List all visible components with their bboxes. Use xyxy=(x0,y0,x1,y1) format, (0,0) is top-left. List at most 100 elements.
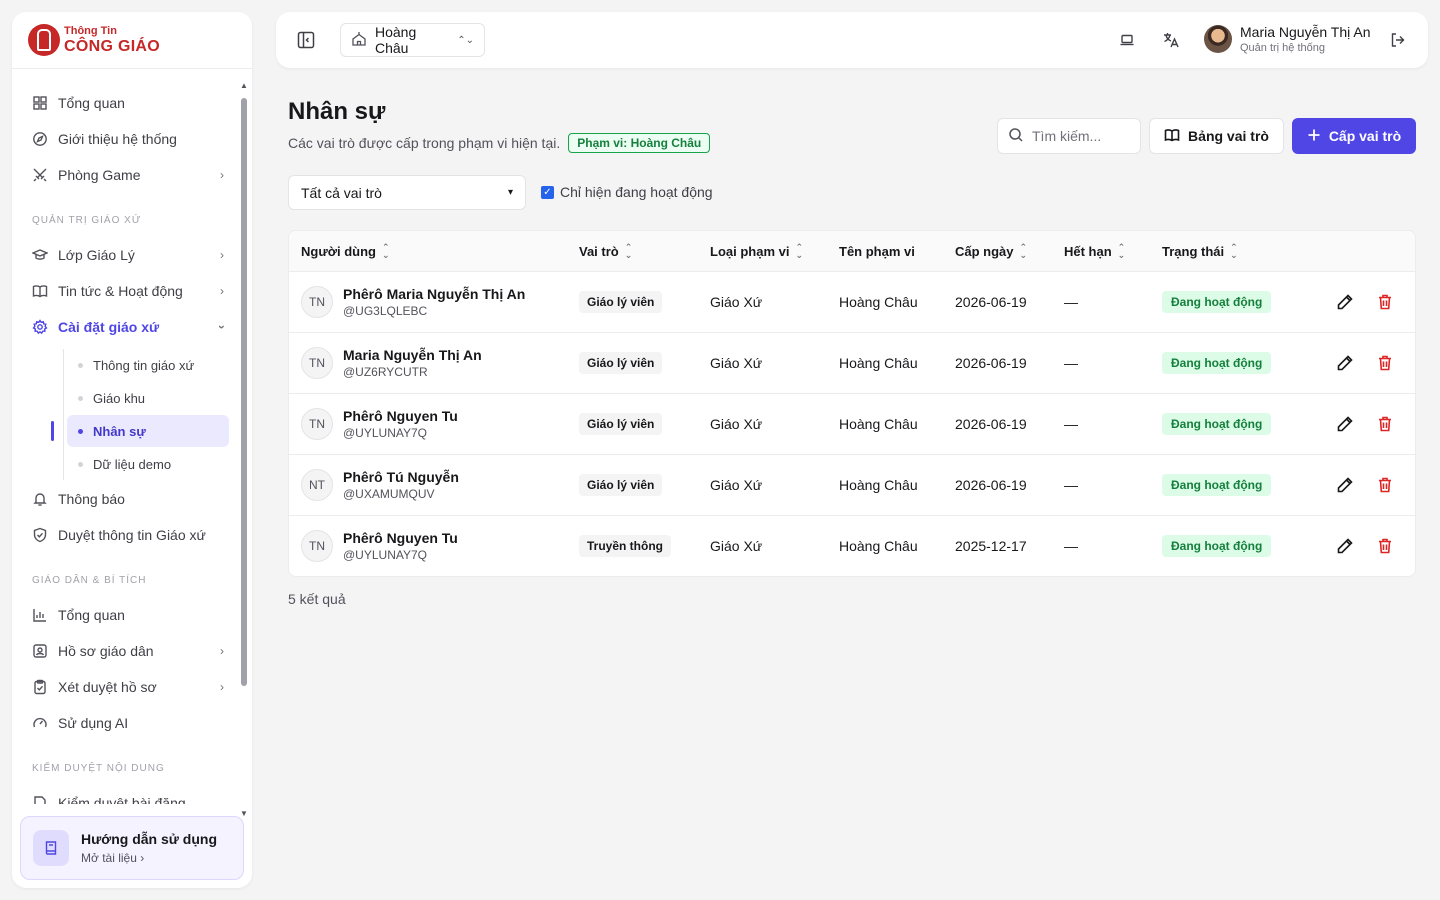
scope-type-cell: Giáo Xứ xyxy=(710,355,763,371)
role-cell: Giáo lý viên xyxy=(579,455,663,515)
user-initials-avatar: TN xyxy=(301,347,333,379)
edit-pencil-icon[interactable] xyxy=(1336,476,1354,494)
user-guide-card[interactable]: Hướng dẫn sử dụng Mở tài liệu › xyxy=(20,816,244,880)
nav-item-catechism[interactable]: Lớp Giáo Lý › xyxy=(24,237,232,273)
id-card-icon xyxy=(32,643,48,659)
edit-pencil-icon[interactable] xyxy=(1336,415,1354,433)
page-subtitle-row: Các vai trò được cấp trong phạm vi hiện … xyxy=(288,133,711,153)
section-label-parish-admin: QUẢN TRỊ GIÁO XỨ xyxy=(32,215,142,226)
table-row[interactable]: TN Phêrô Nguyen Tu @UYLUNAY7Q Giáo lý vi… xyxy=(289,394,1415,455)
delete-trash-icon[interactable] xyxy=(1376,293,1394,311)
status-cell: Đang hoạt động xyxy=(1162,272,1272,332)
table-row[interactable]: NT Phêrô Tú Nguyễn @UXAMUMQUV Giáo lý vi… xyxy=(289,455,1415,516)
column-header-scope-type[interactable]: Loại phạm vi ⌃ ⌄ xyxy=(710,243,803,259)
nav-item-parish-settings[interactable]: Cài đặt giáo xứ › xyxy=(24,309,232,345)
staff-table: Người dùng ⌃ ⌄ Vai trò ⌃ ⌄ Loại phạm vi ⌃ ⌄ Tê… xyxy=(288,230,1416,577)
nav-item-ai-usage[interactable]: Sử dụng AI xyxy=(24,705,232,741)
swords-icon xyxy=(32,167,48,183)
column-header-expires[interactable]: Hết hạn ⌃ ⌄ xyxy=(1064,243,1125,259)
delete-trash-icon[interactable] xyxy=(1376,354,1394,372)
delete-trash-icon[interactable] xyxy=(1376,415,1394,433)
nav-item-news[interactable]: Tin tức & Hoạt động › xyxy=(24,273,232,309)
table-row[interactable]: TN Phêrô Nguyen Tu @UYLUNAY7Q Truyền thô… xyxy=(289,516,1415,576)
column-header-label: Người dùng xyxy=(301,244,376,259)
nav-item-profiles[interactable]: Hồ sơ giáo dân › xyxy=(24,633,232,669)
sub-item-zones[interactable]: Giáo khu xyxy=(67,382,229,414)
expires-cell: — xyxy=(1064,538,1078,554)
sub-item-staff[interactable]: Nhân sự xyxy=(51,415,229,447)
nav-item-parish-review[interactable]: Duyệt thông tin Giáo xứ xyxy=(24,517,232,553)
sub-item-label: Thông tin giáo xứ xyxy=(93,357,195,373)
role-cell: Giáo lý viên xyxy=(579,272,663,332)
sidebar: Thông Tin CÔNG GIÁO Tổng quan Giới thiệu… xyxy=(12,12,252,888)
page-title: Nhân sự xyxy=(288,98,386,125)
sidebar-toggle-icon[interactable] xyxy=(296,30,320,50)
column-header-user[interactable]: Người dùng ⌃ ⌄ xyxy=(301,243,390,259)
user-role: Quản trị hệ thống xyxy=(1240,42,1326,54)
expires-cell: — xyxy=(1064,355,1078,371)
delete-trash-icon[interactable] xyxy=(1376,476,1394,494)
translate-icon[interactable] xyxy=(1161,30,1181,50)
sub-item-label: Giáo khu xyxy=(93,390,146,406)
active-only-checkbox[interactable]: ✓ Chỉ hiện đang hoạt động xyxy=(541,184,713,200)
search-input[interactable] xyxy=(1032,128,1132,144)
nav-item-notifications[interactable]: Thông báo xyxy=(24,481,232,517)
column-header-granted[interactable]: Cấp ngày ⌃ ⌄ xyxy=(955,243,1027,259)
user-menu[interactable]: Maria Nguyễn Thị An Quản trị hệ thống xyxy=(1204,24,1370,54)
grant-role-button[interactable]: Cấp vai trò xyxy=(1292,118,1416,154)
bullet-icon xyxy=(78,461,83,467)
column-header-role[interactable]: Vai trò ⌃ ⌄ xyxy=(579,242,633,260)
role-filter-select[interactable]: Tất cả vai trò ▾ xyxy=(288,175,526,210)
user-handle: @UG3LQLEBC xyxy=(343,304,428,318)
status-badge: Đang hoạt động xyxy=(1162,535,1272,557)
gauge-icon xyxy=(32,715,48,731)
scope-type-cell: Giáo Xứ xyxy=(710,538,763,554)
scope-name-cell: Hoàng Châu xyxy=(839,538,918,554)
roles-table-button[interactable]: Bảng vai trò xyxy=(1149,118,1284,154)
delete-trash-icon[interactable] xyxy=(1376,537,1394,555)
role-badge: Giáo lý viên xyxy=(579,291,663,313)
checkbox-checked-icon[interactable]: ✓ xyxy=(541,185,554,199)
scope-name-cell: Hoàng Châu xyxy=(839,294,918,310)
nav-item-post-moderation[interactable]: Kiểm duyệt bài đăng xyxy=(24,785,232,804)
edit-pencil-icon[interactable] xyxy=(1336,293,1354,311)
user-cell: TN Phêrô Nguyen Tu @UYLUNAY7Q xyxy=(301,394,458,454)
column-header-label: Cấp ngày xyxy=(955,244,1014,259)
granted-date-cell: 2026-06-19 xyxy=(955,477,1027,493)
laptop-icon[interactable] xyxy=(1117,30,1137,50)
column-header-scope-name: Tên phạm vi xyxy=(839,244,915,259)
logout-icon[interactable] xyxy=(1388,30,1408,50)
scope-selector[interactable]: Hoàng Châu ⌃⌄ xyxy=(340,23,485,57)
nav-item-parishioner-overview[interactable]: Tổng quan xyxy=(24,597,232,633)
sort-icon: ⌃ ⌄ xyxy=(624,242,633,260)
brand-logo[interactable]: Thông Tin CÔNG GIÁO xyxy=(12,12,252,69)
edit-pencil-icon[interactable] xyxy=(1336,537,1354,555)
column-header-status[interactable]: Trạng thái ⌃ ⌄ xyxy=(1162,243,1238,259)
grant-role-button-label: Cấp vai trò xyxy=(1328,128,1402,144)
table-row[interactable]: TN Maria Nguyễn Thị An @UZ6RYCUTR Giáo l… xyxy=(289,333,1415,394)
sub-item-parish-info[interactable]: Thông tin giáo xứ xyxy=(67,349,229,381)
nav-item-game-room[interactable]: Phòng Game › xyxy=(24,157,232,193)
guide-link-label: Mở tài liệu xyxy=(81,851,137,865)
nav-item-overview[interactable]: Tổng quan xyxy=(24,85,232,121)
chevron-right-icon: › xyxy=(220,644,224,658)
nav-item-profile-review[interactable]: Xét duyệt hồ sơ › xyxy=(24,669,232,705)
scope-name-cell: Hoàng Châu xyxy=(839,416,918,432)
table-row[interactable]: TN Phêrô Maria Nguyễn Thị An @UG3LQLEBC … xyxy=(289,272,1415,333)
guide-link[interactable]: Mở tài liệu › xyxy=(81,851,217,865)
sidebar-nav: Tổng quan Giới thiệu hệ thống Phòng Game… xyxy=(12,69,252,804)
scroll-up-arrow-icon[interactable]: ▲ xyxy=(239,82,249,90)
granted-date-cell: 2026-06-19 xyxy=(955,294,1027,310)
search-box[interactable] xyxy=(997,118,1141,154)
brand-top: Thông Tin xyxy=(64,24,117,37)
nav-label: Cài đặt giáo xứ xyxy=(58,319,160,335)
chevron-updown-icon: ⌃⌄ xyxy=(457,34,474,46)
scroll-down-arrow-icon[interactable]: ▼ xyxy=(239,810,249,818)
edit-pencil-icon[interactable] xyxy=(1336,354,1354,372)
scroll-thumb[interactable] xyxy=(241,98,247,686)
book-icon xyxy=(33,830,69,866)
sub-item-demo-data[interactable]: Dữ liệu demo xyxy=(67,448,229,480)
nav-label: Kiểm duyệt bài đăng xyxy=(58,795,186,804)
nav-item-intro[interactable]: Giới thiệu hệ thống xyxy=(24,121,232,157)
sidebar-scrollbar[interactable]: ▲ ▼ xyxy=(239,82,249,818)
